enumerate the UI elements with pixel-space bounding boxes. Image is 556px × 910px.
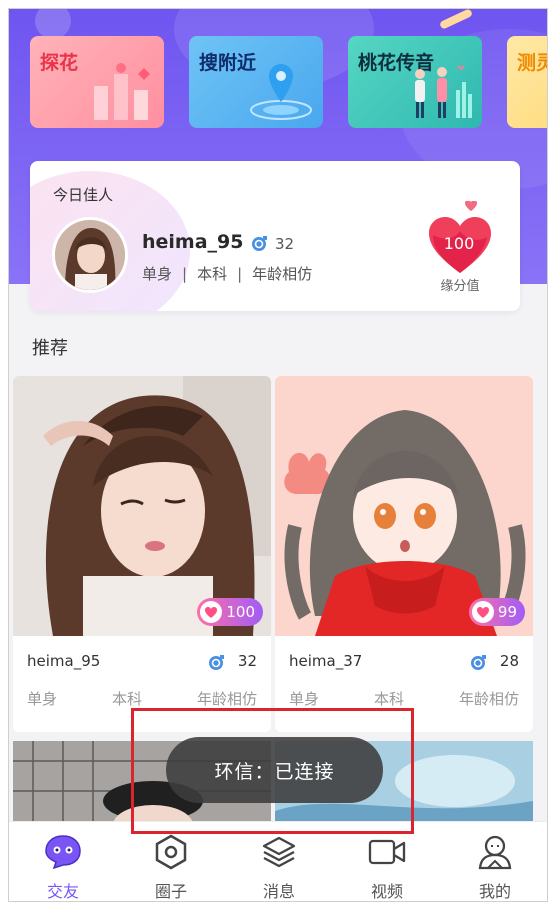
score-badge: 100	[197, 598, 263, 626]
tab-label: 视频	[370, 882, 403, 901]
heart-icon	[476, 607, 489, 618]
tag-single: 单身	[27, 690, 58, 708]
fate-score: 100 缘分值	[425, 201, 495, 301]
tag-education: 本科	[197, 265, 228, 283]
tab-circle[interactable]: 圈子	[117, 822, 225, 901]
flowers-icon	[94, 63, 150, 120]
highlight-box	[131, 708, 414, 834]
feature-card-nearby[interactable]: 搜附近	[189, 36, 323, 128]
couple-icon	[415, 65, 472, 118]
video-camera-icon	[368, 839, 406, 865]
tag-age-match: 年龄相仿	[458, 690, 519, 708]
feature-card-voice[interactable]: 桃花传音	[348, 36, 482, 128]
feature-label: 探花	[40, 52, 79, 74]
tag-single: 单身	[142, 265, 173, 283]
app-screen: 探花 搜附近 桃花传音 测灵	[8, 8, 548, 902]
feature-label: 测灵	[517, 52, 547, 74]
tag-age-match: 年龄相仿	[196, 690, 257, 708]
male-icon	[471, 655, 486, 670]
tab-label: 消息	[262, 882, 295, 901]
recommend-username: heima_95	[27, 652, 101, 670]
score-badge: 99	[468, 598, 525, 626]
recommend-tags: 单身 本科 年龄相仿	[289, 688, 519, 709]
layers-icon	[262, 836, 296, 868]
tab-messages[interactable]: 消息	[225, 822, 333, 901]
tab-label: 我的	[478, 882, 511, 901]
chat-bubble-icon	[45, 835, 81, 870]
user-profile-icon	[478, 835, 512, 870]
score-value: 100	[226, 603, 255, 621]
tab-friends[interactable]: 交友	[9, 822, 117, 901]
tag-education: 本科	[111, 690, 142, 708]
fate-score-label: 缘分值	[440, 279, 480, 294]
heart-icon	[205, 607, 218, 618]
recommend-card[interactable]: 100 heima_95 32 单身 本科 年龄相仿	[13, 376, 271, 732]
tab-label: 圈子	[154, 882, 187, 901]
today-age: 32	[275, 235, 295, 253]
tag-single: 单身	[289, 690, 320, 708]
avatar	[52, 217, 128, 293]
today-username: heima_95	[142, 231, 244, 253]
tag-age-match: 年龄相仿	[252, 265, 313, 283]
male-icon	[209, 655, 224, 670]
tab-video[interactable]: 视频	[333, 822, 441, 901]
male-icon	[252, 236, 267, 251]
today-title: 今日佳人	[53, 186, 114, 204]
hexagon-icon	[155, 834, 187, 870]
recommend-card[interactable]: 99 heima_37 28 单身 本科 年龄相仿	[275, 376, 533, 732]
today-best-card[interactable]: 今日佳人 heima_95 32 单身 | 本科 | 年龄相仿 100 缘分值	[30, 161, 520, 311]
score-value: 99	[497, 603, 517, 621]
recommend-username: heima_37	[289, 652, 363, 670]
tab-label: 交友	[46, 882, 79, 901]
location-pin-icon	[250, 64, 312, 120]
fate-score-value: 100	[443, 234, 475, 253]
recommend-age: 28	[499, 652, 519, 670]
recommend-age: 32	[237, 652, 257, 670]
tag-education: 本科	[373, 690, 404, 708]
feature-card-tanhua[interactable]: 探花	[30, 36, 164, 128]
user-photo	[275, 376, 533, 636]
feature-card-test[interactable]: 测灵	[507, 36, 547, 128]
user-photo	[13, 376, 271, 636]
tab-profile[interactable]: 我的	[441, 822, 547, 901]
recommend-tags: 单身 本科 年龄相仿	[27, 688, 257, 709]
today-tags: 单身 | 本科 | 年龄相仿	[142, 265, 313, 283]
section-title: 推荐	[32, 338, 68, 359]
